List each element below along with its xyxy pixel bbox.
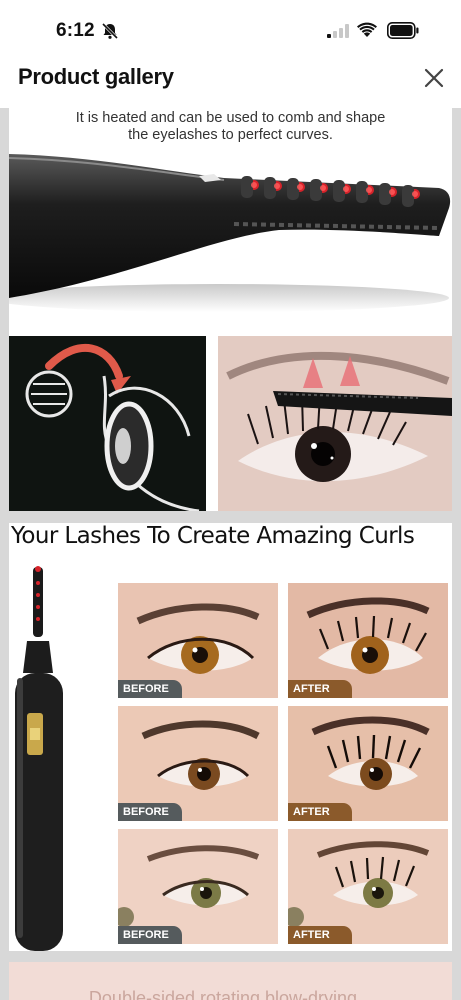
gallery-image-heated-comb[interactable]: It is heated and can be used to comb and… [9,108,452,511]
close-button[interactable] [418,62,450,94]
after-photo-1: AFTER [288,583,448,698]
after-badge: AFTER [288,803,352,821]
caption-line-1: It is heated and can be used to comb and… [75,110,386,126]
heated-comb-closeup [9,154,451,312]
before-badge: BEFORE [118,680,182,698]
eyelash-curler-device [15,566,63,951]
before-badge: BEFORE [118,926,182,944]
after-badge: AFTER [288,926,352,944]
gallery-image-before-after[interactable]: Your Lashes To Create Amazing Curls BEFO… [9,523,452,951]
eye-curling-photo [218,336,452,511]
after-photo-3: AFTER [288,829,448,944]
before-photo-3: BEFORE [118,829,278,944]
caption-line-2: the eyelashes to perfect curves. [128,127,333,143]
gallery-image-next[interactable]: Double-sided rotating blow-drying... [9,962,452,1000]
next-image-peek-text: Double-sided rotating blow-drying... [88,988,373,1000]
image-headline: Your Lashes To Create Amazing Curls [11,523,415,549]
bell-muted-icon [101,22,119,40]
battery-icon [387,22,419,39]
curl-diagram-panel [9,336,206,511]
gallery-scroll-area[interactable]: It is heated and can be used to comb and… [0,108,461,1000]
after-photo-2: AFTER [288,706,448,821]
before-photo-1: BEFORE [118,583,278,698]
after-badge: AFTER [288,680,352,698]
image-caption: It is heated and can be used to comb and… [9,110,452,144]
status-bar: 6:12 [0,0,461,56]
page-title: Product gallery [18,64,174,89]
gallery-header: Product gallery [0,56,461,108]
before-photo-2: BEFORE [118,706,278,821]
cellular-signal-icon [327,24,349,38]
eye-curl-diagram [25,344,200,511]
close-icon [424,68,444,88]
wifi-icon [357,22,377,37]
status-time: 6:12 [56,20,95,41]
before-badge: BEFORE [118,803,182,821]
